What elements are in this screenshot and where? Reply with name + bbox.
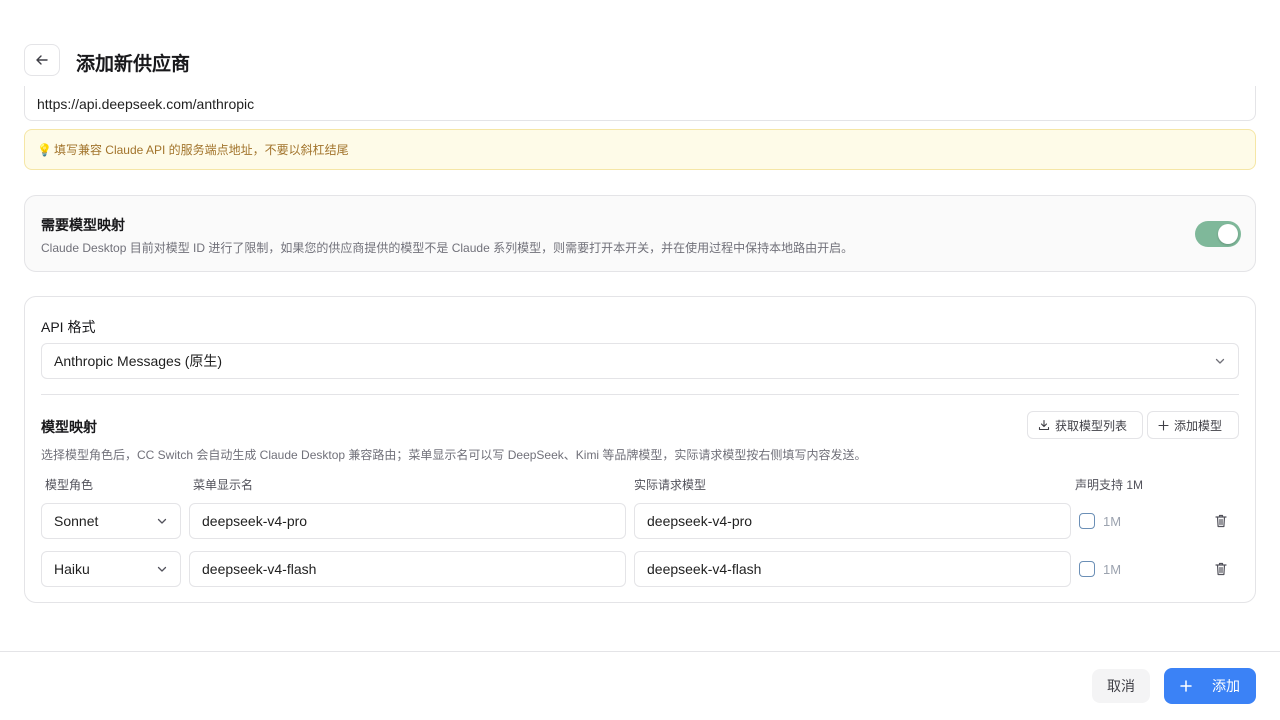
chevron-down-icon bbox=[1215, 358, 1225, 364]
api-format-select[interactable]: Anthropic Messages (原生) bbox=[41, 343, 1239, 379]
role-select[interactable]: Haiku bbox=[41, 551, 181, 587]
model-mapping-toggle-description: Claude Desktop 目前对模型 ID 进行了限制，如果您的供应商提供的… bbox=[41, 241, 854, 255]
trash-icon[interactable] bbox=[1213, 561, 1229, 577]
add-model-button[interactable]: 添加模型 bbox=[1147, 411, 1239, 439]
endpoint-hint: 💡 填写兼容 Claude API 的服务端点地址，不要以斜杠结尾 bbox=[24, 129, 1256, 170]
column-header-role: 模型角色 bbox=[45, 478, 94, 492]
endpoint-hint-text: 填写兼容 Claude API 的服务端点地址，不要以斜杠结尾 bbox=[53, 143, 349, 157]
column-header-display-name: 菜单显示名 bbox=[193, 478, 254, 492]
support-1m-checkbox[interactable] bbox=[1079, 513, 1095, 529]
model-mapping-toggle-title: 需要模型映射 bbox=[41, 217, 125, 233]
fetch-model-list-label: 获取模型列表 bbox=[1055, 418, 1128, 433]
support-1m-label: 1M bbox=[1103, 514, 1122, 529]
lightbulb-icon: 💡 bbox=[37, 142, 52, 157]
support-1m-checkbox[interactable] bbox=[1079, 561, 1095, 577]
switch-knob bbox=[1218, 224, 1238, 244]
request-model-input[interactable]: deepseek-v4-flash bbox=[634, 551, 1071, 587]
fetch-model-list-button[interactable]: 获取模型列表 bbox=[1027, 411, 1143, 439]
trash-icon[interactable] bbox=[1213, 513, 1229, 529]
request-model-input[interactable]: deepseek-v4-pro bbox=[634, 503, 1071, 539]
endpoint-url-input[interactable]: https://api.deepseek.com/anthropic bbox=[24, 86, 1256, 121]
footer-divider bbox=[0, 651, 1280, 652]
divider bbox=[41, 394, 1239, 395]
role-select[interactable]: Sonnet bbox=[41, 503, 181, 539]
chevron-down-icon bbox=[157, 518, 167, 524]
model-mapping-switch[interactable] bbox=[1195, 221, 1241, 247]
api-config-card: API 格式 Anthropic Messages (原生) 模型映射 选择模型… bbox=[24, 296, 1256, 603]
role-value: Sonnet bbox=[54, 513, 99, 529]
page-title: 添加新供应商 bbox=[76, 54, 191, 75]
display-name-input[interactable]: deepseek-v4-flash bbox=[189, 551, 626, 587]
add-button-label: 添加 bbox=[1212, 678, 1240, 694]
support-1m-label: 1M bbox=[1103, 562, 1122, 577]
add-provider-page: 添加新供应商 https://api.deepseek.com/anthropi… bbox=[0, 0, 1280, 720]
column-header-request-model: 实际请求模型 bbox=[634, 478, 707, 492]
cancel-button[interactable]: 取消 bbox=[1092, 669, 1150, 703]
column-header-1m: 声明支持 1M bbox=[1075, 478, 1144, 492]
model-mapping-toggle-card: 需要模型映射 Claude Desktop 目前对模型 ID 进行了限制，如果您… bbox=[24, 195, 1256, 272]
back-button[interactable] bbox=[24, 44, 60, 76]
api-format-value: Anthropic Messages (原生) bbox=[54, 353, 223, 369]
arrow-left-icon bbox=[36, 55, 48, 65]
plus-icon bbox=[1180, 680, 1192, 692]
chevron-down-icon bbox=[157, 566, 167, 572]
add-model-label: 添加模型 bbox=[1174, 418, 1223, 433]
role-value: Haiku bbox=[54, 561, 90, 577]
display-name-input[interactable]: deepseek-v4-pro bbox=[189, 503, 626, 539]
mapping-description: 选择模型角色后，CC Switch 会自动生成 Claude Desktop 兼… bbox=[41, 448, 867, 462]
plus-icon bbox=[1158, 419, 1169, 431]
add-button[interactable]: 添加 bbox=[1164, 668, 1256, 704]
api-format-label: API 格式 bbox=[41, 319, 96, 335]
download-icon bbox=[1038, 419, 1050, 431]
mapping-title: 模型映射 bbox=[41, 419, 97, 435]
